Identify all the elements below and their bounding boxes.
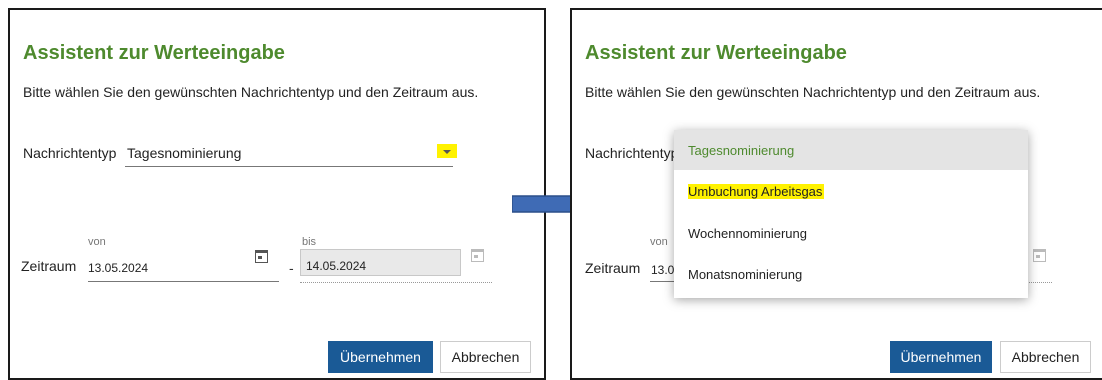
chevron-down-icon[interactable] xyxy=(443,150,451,154)
apply-button[interactable]: Übernehmen xyxy=(890,341,992,373)
dialog-title: Assistent zur Werteeingabe xyxy=(585,42,847,64)
calendar-icon-disabled xyxy=(471,249,484,262)
message-type-dropdown-menu: Tagesnominierung Umbuchung Arbeitsgas Wo… xyxy=(674,130,1028,298)
dropdown-option-label: Umbuchung Arbeitsgas xyxy=(688,183,825,199)
from-date-label: von xyxy=(650,236,668,248)
apply-button[interactable]: Übernehmen xyxy=(328,341,433,373)
dialog-right: Assistent zur Werteeingabe Bitte wählen … xyxy=(570,8,1102,380)
message-type-label: Nachrichtentyp xyxy=(23,145,117,161)
cancel-button[interactable]: Abbrechen xyxy=(1000,341,1091,373)
dialog-instruction: Bitte wählen Sie den gewünschten Nachric… xyxy=(23,84,479,100)
dialog-instruction: Bitte wählen Sie den gewünschten Nachric… xyxy=(585,84,1041,100)
from-date-underline xyxy=(88,281,279,282)
from-date-input[interactable]: 13.05.2024 xyxy=(88,261,148,275)
period-label: Zeitraum xyxy=(21,258,77,274)
dropdown-option-label: Tagesnominierung xyxy=(688,142,795,158)
period-label: Zeitraum xyxy=(585,260,641,276)
from-date-input[interactable]: 13.0 xyxy=(651,263,674,277)
calendar-icon-disabled xyxy=(1033,249,1046,262)
message-type-underline xyxy=(125,166,453,167)
dropdown-option-label: Monatsnominierung xyxy=(688,266,803,282)
to-date-label: bis xyxy=(302,236,317,248)
message-type-label: Nachrichtentyp xyxy=(585,145,679,161)
from-date-label: von xyxy=(88,236,106,248)
dropdown-option-umbuchung-arbeitsgas[interactable]: Umbuchung Arbeitsgas xyxy=(674,171,1028,211)
dropdown-option-monatsnominierung[interactable]: Monatsnominierung xyxy=(674,254,1028,294)
to-date-value: 14.05.2024 xyxy=(306,259,367,273)
dialog-title: Assistent zur Werteeingabe xyxy=(23,42,285,64)
cancel-button[interactable]: Abbrechen xyxy=(440,341,531,373)
dialog-left: Assistent zur Werteeingabe Bitte wählen … xyxy=(8,8,546,380)
message-type-value: Tagesnominierung xyxy=(127,145,242,161)
to-date-underline xyxy=(300,282,492,283)
dropdown-option-tagesnominierung[interactable]: Tagesnominierung xyxy=(674,130,1028,170)
calendar-icon[interactable] xyxy=(255,250,268,263)
dropdown-option-wochennominierung[interactable]: Wochennominierung xyxy=(674,213,1028,253)
to-date-input-disabled: 14.05.2024 xyxy=(300,249,461,276)
date-separator: - xyxy=(289,260,294,276)
dropdown-option-label: Wochennominierung xyxy=(688,225,807,241)
